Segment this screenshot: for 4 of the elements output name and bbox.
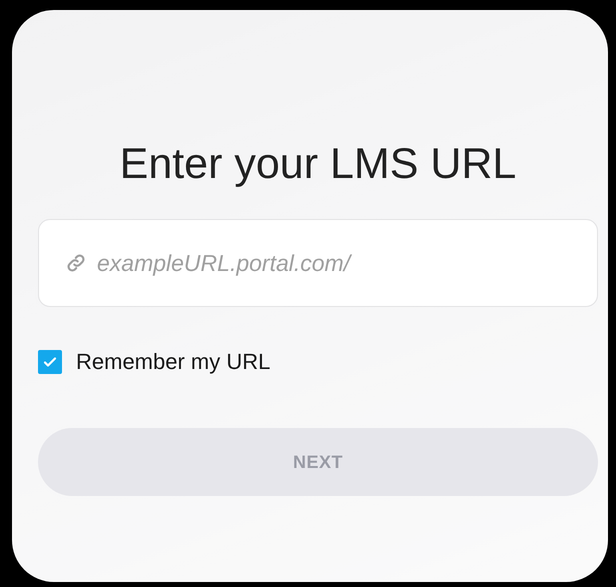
remember-label: Remember my URL: [76, 348, 270, 376]
url-field[interactable]: exampleURL.portal.com/: [38, 219, 598, 308]
page-title: Enter your LMS URL: [118, 140, 518, 190]
remember-checkbox[interactable]: [38, 350, 62, 374]
